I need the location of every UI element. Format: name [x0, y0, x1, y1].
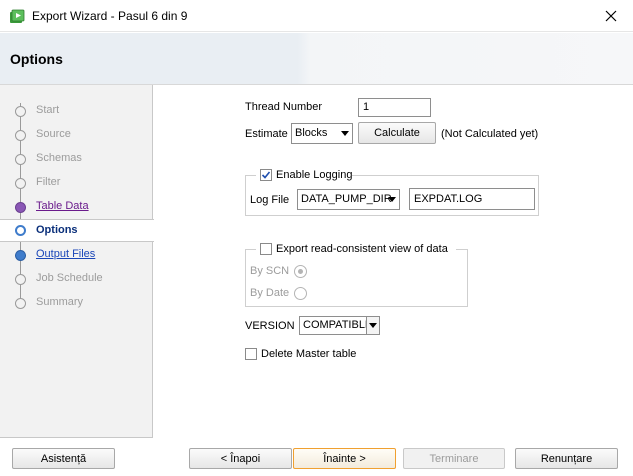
- read-consistent-label: Export read-consistent view of data: [276, 243, 448, 255]
- step-table-data[interactable]: Table Data: [0, 196, 153, 218]
- step-label: Source: [36, 128, 71, 140]
- step-options: Options: [0, 219, 154, 242]
- log-file-input[interactable]: EXPDAT.LOG: [409, 188, 535, 210]
- step-link-output-files[interactable]: Output Files: [36, 248, 95, 260]
- window-title: Export Wizard - Pasul 6 din 9: [32, 9, 188, 23]
- estimate-select[interactable]: Blocks: [291, 123, 353, 144]
- step-schemas: Schemas: [0, 148, 153, 170]
- next-button[interactable]: Înainte >: [293, 448, 396, 469]
- back-button[interactable]: < Înapoi: [189, 448, 292, 469]
- calculate-status: (Not Calculated yet): [441, 128, 539, 140]
- version-select[interactable]: COMPATIBLE: [299, 316, 380, 335]
- calculate-button[interactable]: Calculate: [358, 122, 436, 144]
- chevron-down-icon: [341, 131, 349, 136]
- version-label: VERSION: [245, 320, 295, 332]
- version-dropdown-button[interactable]: [366, 317, 379, 334]
- log-dir-select-value: DATA_PUMP_DIR: [301, 193, 392, 205]
- step-output-files[interactable]: Output Files: [0, 244, 153, 266]
- step-marker: [15, 106, 26, 117]
- checkmark-icon: [261, 171, 271, 179]
- close-icon: [605, 10, 617, 22]
- step-label-current: Options: [36, 224, 78, 236]
- by-date-label: By Date: [250, 287, 290, 299]
- step-link-table-data[interactable]: Table Data: [36, 200, 89, 212]
- finish-button: Terminare: [403, 448, 505, 469]
- step-label: Schemas: [36, 152, 82, 164]
- step-label: Filter: [36, 176, 61, 188]
- step-label: Summary: [36, 296, 84, 308]
- step-job-schedule: Job Schedule: [0, 268, 153, 290]
- step-summary: Summary: [0, 292, 153, 314]
- log-file-label: Log File: [250, 194, 290, 206]
- step-start: Start: [0, 100, 153, 122]
- log-dir-select[interactable]: DATA_PUMP_DIR: [297, 189, 400, 210]
- enable-logging-label: Enable Logging: [276, 169, 353, 181]
- cancel-button[interactable]: Renunțare: [515, 448, 618, 469]
- enable-logging-checkbox[interactable]: [260, 169, 272, 181]
- step-marker: [15, 130, 26, 141]
- chevron-down-icon: [388, 197, 396, 202]
- page-title: Options: [10, 51, 63, 67]
- estimate-select-value: Blocks: [295, 127, 328, 139]
- version-select-value: COMPATIBLE: [303, 319, 373, 331]
- by-date-radio[interactable]: [294, 287, 307, 300]
- step-marker: [15, 202, 26, 213]
- delete-master-checkbox[interactable]: [245, 348, 257, 360]
- by-scn-label: By SCN: [250, 265, 290, 277]
- step-marker: [15, 274, 26, 285]
- thread-number-input[interactable]: 1: [358, 98, 431, 117]
- step-label: Job Schedule: [36, 272, 103, 284]
- step-marker: [15, 154, 26, 165]
- step-marker: [15, 298, 26, 309]
- step-filter: Filter: [0, 172, 153, 194]
- step-marker: [15, 250, 26, 261]
- step-marker: [15, 178, 26, 189]
- chevron-down-icon: [369, 323, 377, 328]
- app-icon: [9, 9, 25, 25]
- step-source: Source: [0, 124, 153, 146]
- step-marker-current: [15, 225, 26, 236]
- header-band: [0, 33, 633, 85]
- estimate-label: Estimate: [245, 128, 288, 140]
- help-button[interactable]: Asistență: [12, 448, 115, 469]
- read-consistent-checkbox[interactable]: [260, 243, 272, 255]
- step-label: Start: [36, 104, 60, 116]
- by-scn-radio[interactable]: [294, 265, 307, 278]
- delete-master-label: Delete Master table: [261, 348, 357, 360]
- close-button[interactable]: [598, 4, 624, 28]
- thread-number-label: Thread Number: [245, 101, 323, 113]
